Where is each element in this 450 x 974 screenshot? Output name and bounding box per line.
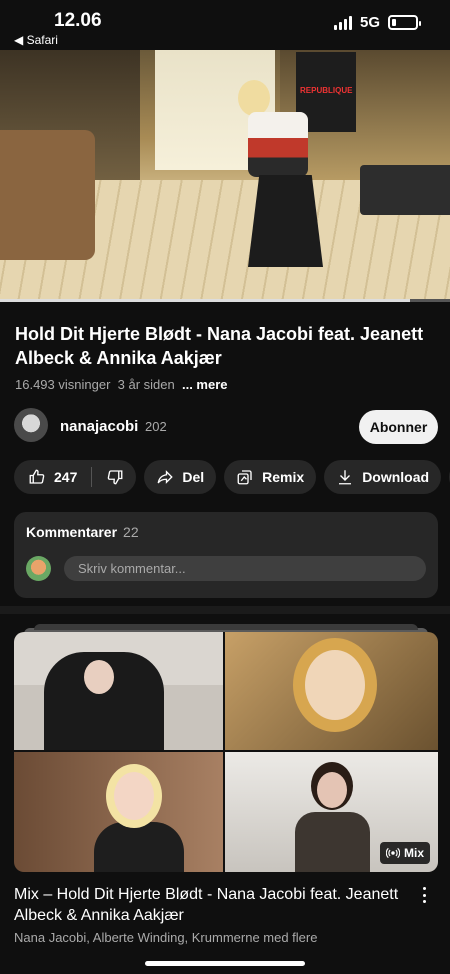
subscriber-count: 202 <box>145 419 167 434</box>
remix-icon <box>237 470 252 485</box>
thumbs-down-icon[interactable] <box>106 468 124 486</box>
thumbs-up-icon <box>29 469 45 484</box>
like-button[interactable]: 247 <box>28 468 77 486</box>
network-type: 5G <box>359 14 380 31</box>
status-bar: 12.06 ◀ Safari 5G <box>0 0 450 50</box>
download-icon <box>339 470 352 485</box>
share-icon <box>157 470 174 484</box>
channel-avatar[interactable] <box>14 408 48 442</box>
like-count: 247 <box>54 469 78 485</box>
mix-stack-edge <box>34 624 418 630</box>
download-button[interactable]: Download <box>324 460 442 494</box>
status-time: 12.06 <box>54 10 102 31</box>
comments-count: 22 <box>123 524 139 540</box>
comments-label: Kommentarer <box>26 524 118 540</box>
table <box>360 165 450 215</box>
thumbnail-tile <box>225 632 438 750</box>
video-title[interactable]: Hold Dit Hjerte Blødt - Nana Jacobi feat… <box>15 322 435 370</box>
broadcast-icon <box>385 847 400 859</box>
like-dislike-group: 247 <box>14 460 137 494</box>
video-player[interactable]: REPUBLIQUE <box>0 50 450 302</box>
action-bar: 247 Del Remix Download <box>14 460 450 494</box>
upload-age: 3 år siden <box>117 377 175 392</box>
remix-label: Remix <box>262 469 305 485</box>
user-avatar <box>26 556 51 581</box>
share-label: Del <box>182 469 205 485</box>
view-count: 16.493 visninger <box>15 377 111 392</box>
section-divider <box>0 606 450 614</box>
signal-icon <box>333 15 352 30</box>
comment-input[interactable] <box>64 556 426 581</box>
status-indicators: 5G <box>333 14 421 31</box>
sofa <box>0 130 95 260</box>
more-options-icon[interactable] <box>420 887 428 903</box>
remix-button[interactable]: Remix <box>224 460 317 494</box>
mix-title[interactable]: Mix – Hold Dit Hjerte Blødt - Nana Jacob… <box>14 884 404 926</box>
back-to-safari-link[interactable]: ◀ Safari <box>14 33 58 47</box>
more-link[interactable]: ... mere <box>182 377 228 392</box>
mix-badge: Mix <box>379 842 430 864</box>
thumbnail-tile <box>14 752 223 872</box>
comments-header: Kommentarer 22 <box>26 524 139 540</box>
video-progress-bar[interactable] <box>0 299 450 302</box>
mix-thumbnail[interactable]: Mix <box>14 632 438 872</box>
comments-panel[interactable]: Kommentarer 22 <box>14 512 438 598</box>
channel-name[interactable]: nanajacobi <box>60 418 138 435</box>
video-meta[interactable]: 16.493 visninger 3 år siden ... mere <box>15 377 228 392</box>
thumbnail-tile <box>14 632 223 750</box>
channel-row: nanajacobi 202 Abonner <box>14 408 438 446</box>
mix-subtitle: Nana Jacobi, Alberte Winding, Krummerne … <box>14 930 318 945</box>
subscribe-button[interactable]: Abonner <box>359 410 438 444</box>
share-button[interactable]: Del <box>144 460 217 494</box>
mix-badge-label: Mix <box>403 846 424 860</box>
home-indicator[interactable] <box>145 961 305 966</box>
download-label: Download <box>362 469 430 485</box>
battery-icon <box>388 15 421 30</box>
